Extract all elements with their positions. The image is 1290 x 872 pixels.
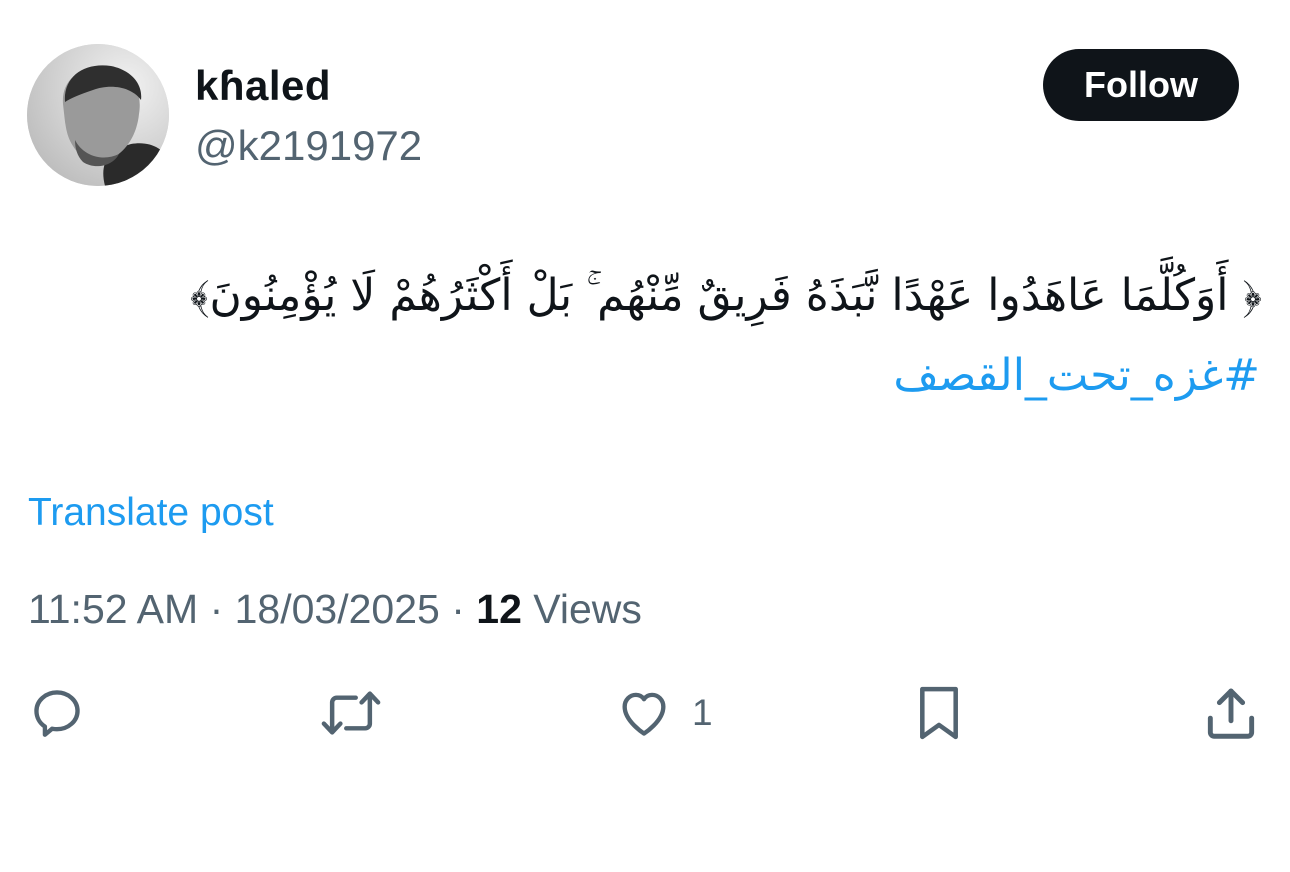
meta-separator: · bbox=[439, 586, 477, 632]
like-button[interactable]: 1 bbox=[614, 680, 713, 746]
reply-button[interactable] bbox=[28, 680, 86, 746]
display-name[interactable]: kɦaled bbox=[195, 58, 331, 114]
views-count: 12 bbox=[476, 586, 522, 632]
share-icon bbox=[1207, 688, 1255, 739]
post-meta: 11:52 AM · 18/03/2025 · 12 Views bbox=[28, 582, 642, 636]
user-handle[interactable]: @k2191972 bbox=[195, 118, 422, 174]
hashtag-link[interactable]: #غزه_تحت_القصف bbox=[893, 338, 1260, 414]
post-text: ﴿ أَوَكُلَّمَا عَاهَدُوا عَهْدًا نَّبَذَ… bbox=[189, 270, 1262, 321]
like-count: 1 bbox=[692, 692, 713, 733]
translate-post-link[interactable]: Translate post bbox=[28, 486, 274, 540]
avatar-photo bbox=[27, 44, 169, 186]
avatar[interactable] bbox=[27, 44, 169, 186]
share-button[interactable] bbox=[1200, 680, 1262, 746]
meta-separator: · bbox=[198, 586, 235, 632]
repost-icon bbox=[321, 691, 381, 735]
heart-icon bbox=[622, 692, 666, 736]
repost-button[interactable] bbox=[318, 680, 384, 746]
bookmark-button[interactable] bbox=[910, 680, 968, 746]
post-date[interactable]: 18/03/2025 bbox=[235, 586, 440, 632]
bookmark-icon bbox=[920, 686, 958, 740]
follow-button[interactable]: Follow bbox=[1043, 49, 1239, 121]
post-time[interactable]: 11:52 AM bbox=[28, 586, 198, 632]
views-label: Views bbox=[521, 586, 642, 632]
reply-icon bbox=[34, 690, 80, 737]
